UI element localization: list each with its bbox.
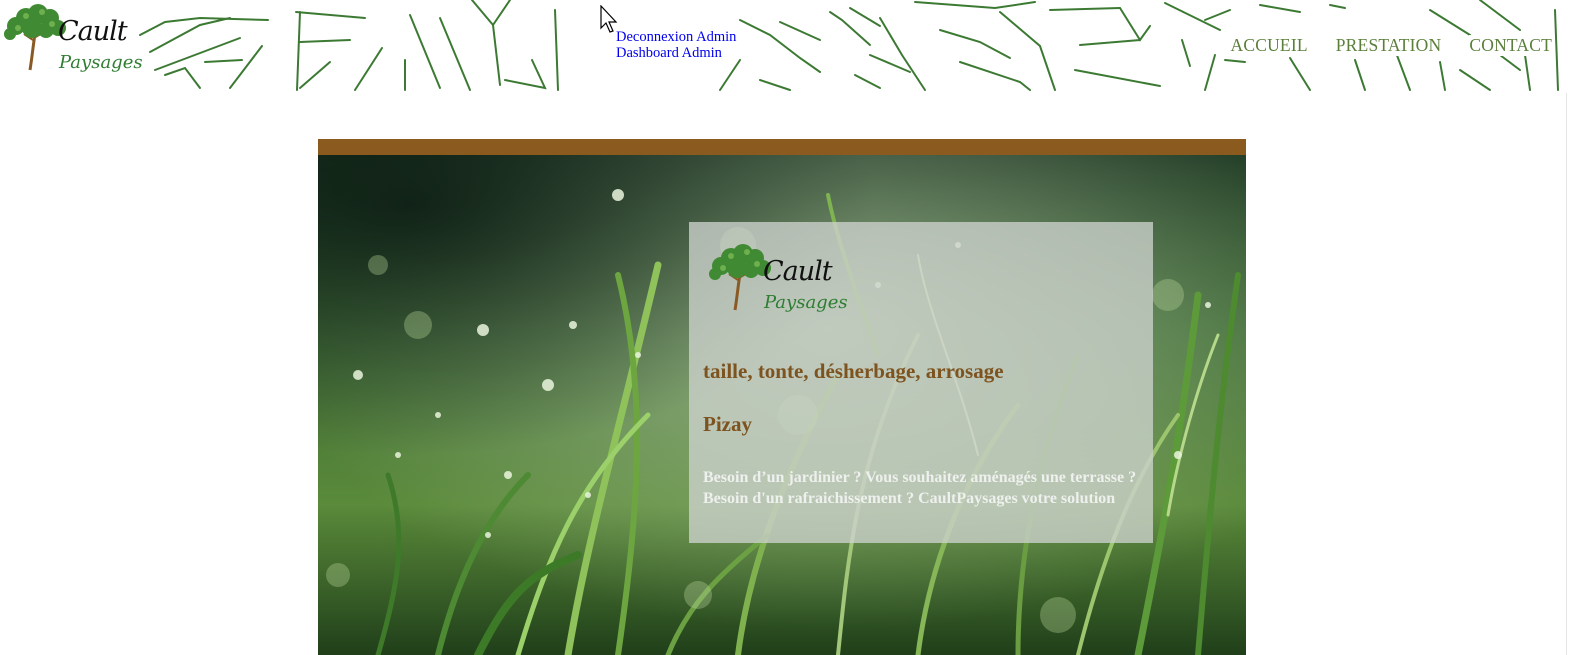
hero-top-bar [318,139,1246,156]
card-logo: Cault Paysages [707,244,848,326]
mouse-pointer-icon [600,5,618,33]
logo-tagline: Paysages [59,52,143,73]
nav-link-home[interactable]: ACCUEIL [1230,35,1308,56]
admin-links: Deconnexion Admin Dashboard Admin [616,29,736,61]
hero-info-card: Cault Paysages taille, tonte, désherbage… [689,222,1153,543]
card-logo-name: Cault [763,256,833,287]
admin-dashboard-link[interactable]: Dashboard Admin [616,45,736,61]
nav-link-contact[interactable]: CONTACT [1469,35,1552,56]
card-services-title: taille, tonte, désherbage, arrosage [703,359,1004,383]
card-description: Besoin d’un jardinier ? Vous souhaitez a… [703,469,1137,507]
card-logo-tagline: Paysages [764,292,848,313]
main-navigation: ACCUEIL PRESTATION CONTACT [1230,35,1552,56]
page-scrollbar-edge[interactable] [1566,93,1567,655]
logo-name: Cault [58,16,128,47]
site-header: Cault Paysages Deconnexion Admin Dashboa… [0,0,1584,93]
admin-logout-link[interactable]: Deconnexion Admin [616,29,736,45]
nav-link-services[interactable]: PRESTATION [1335,35,1442,56]
card-city: Pizay [703,412,752,436]
site-logo[interactable]: Cault Paysages [2,4,143,86]
